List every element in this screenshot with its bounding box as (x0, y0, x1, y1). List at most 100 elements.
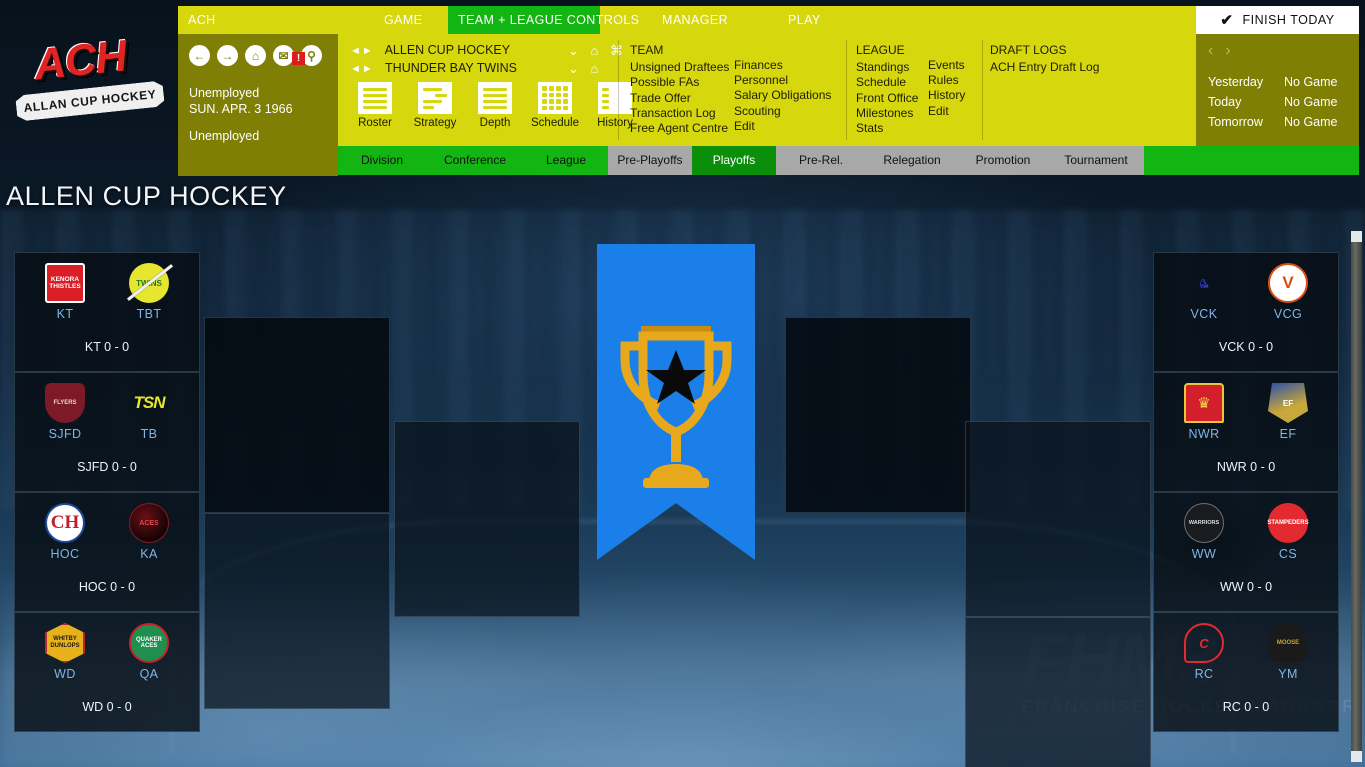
series-away-team[interactable]: STAMPEDERS CS (1250, 503, 1326, 561)
status-role: Unemployed (189, 129, 260, 143)
team-tools-icons[interactable]: ⌄ ⌂ (568, 61, 602, 77)
team-abbr: NWR (1188, 427, 1220, 441)
menu-item-transaction-log[interactable]: Transaction Log (630, 106, 734, 121)
context-row-league[interactable]: ◄► ALLEN CUP HOCKEY ⌄ ⌂ ⌘ (350, 43, 623, 58)
menu-item-free-agent-centre[interactable]: Free Agent Centre (630, 121, 734, 136)
scroll-down-button[interactable] (1351, 751, 1362, 762)
scrollbar-thumb[interactable] (1351, 242, 1362, 751)
prev-next-arrows-icon[interactable]: ◄► (350, 63, 374, 75)
ach-logo-text: ACH (31, 31, 129, 90)
quick-action-strategy[interactable]: Strategy (410, 82, 460, 129)
home-icon[interactable]: ⌂ (245, 45, 266, 66)
bracket-round2-slot[interactable] (204, 317, 390, 513)
menu-item-game[interactable]: GAME (374, 6, 432, 34)
main-menu-bar: ACH GAME TEAM + LEAGUE CONTROLS MANAGER … (178, 6, 1198, 34)
bracket-round3-slot[interactable] (394, 421, 580, 617)
divider (618, 40, 619, 140)
series-card[interactable]: WARRIORS WW STAMPEDERS CS WW 0 - 0 (1153, 492, 1339, 612)
series-home-team[interactable]: WARRIORS WW (1166, 503, 1242, 561)
menu-item-stats[interactable]: Stats (856, 121, 928, 136)
team-abbr: VCG (1273, 307, 1303, 321)
nav-icon-row: ← → ⌂ ✉ ⚲ ! (178, 34, 338, 66)
menu-item-league-history[interactable]: History (928, 88, 990, 103)
team-abbr: WW (1191, 547, 1217, 561)
game-pager[interactable]: ‹› (1208, 42, 1243, 60)
series-home-team[interactable]: C RC (1166, 623, 1242, 681)
menu-item-manager[interactable]: MANAGER (652, 6, 738, 34)
menu-item-salary-obligations[interactable]: Salary Obligations (734, 88, 854, 103)
series-away-team[interactable]: TSN TB (111, 383, 187, 441)
series-card[interactable]: WHITBY DUNLOPS WD QUAKER ACES QA WD 0 - … (14, 612, 200, 732)
series-card[interactable]: CH HOC ACES KA HOC 0 - 0 (14, 492, 200, 612)
menu-item-personnel[interactable]: Personnel (734, 73, 854, 88)
quick-action-depth[interactable]: Depth (470, 82, 520, 129)
series-home-team[interactable]: ♛ NWR (1166, 383, 1242, 441)
team-crest-rc: C (1184, 623, 1224, 663)
tab-tournament[interactable]: Tournament (1048, 146, 1144, 175)
series-score: RC 0 - 0 (1222, 700, 1270, 714)
tab-division[interactable]: Division (338, 146, 426, 175)
bracket-round3-slot[interactable] (785, 317, 971, 513)
menu-item-league-edit[interactable]: Edit (928, 104, 990, 119)
team-abbr: HOC (50, 547, 80, 561)
team-crest-hoc: CH (45, 503, 85, 543)
menu-item-possible-fas[interactable]: Possible FAs (630, 75, 734, 90)
bracket-round2-slot[interactable] (204, 513, 390, 709)
next-day-icon[interactable]: › (1225, 42, 1242, 59)
series-card[interactable]: FLYERS SJFD TSN TB SJFD 0 - 0 (14, 372, 200, 492)
series-card[interactable]: ⛸ VCK V VCG VCK 0 - 0 (1153, 252, 1339, 372)
series-away-team[interactable]: V VCG (1250, 263, 1326, 321)
tab-playoffs[interactable]: Playoffs (692, 146, 776, 175)
alert-badge[interactable]: ! (292, 52, 305, 65)
context-row-team[interactable]: ◄► THUNDER BAY TWINS ⌄ ⌂ (350, 61, 598, 76)
menu-item-trade-offer[interactable]: Trade Offer (630, 91, 734, 106)
series-away-team[interactable]: EF EF (1250, 383, 1326, 441)
menu-item-play[interactable]: PLAY (778, 6, 831, 34)
series-home-team[interactable]: CH HOC (27, 503, 103, 561)
series-away-team[interactable]: ACES KA (111, 503, 187, 561)
prev-next-arrows-icon[interactable]: ◄► (350, 45, 374, 57)
menu-item-league-schedule[interactable]: Schedule (856, 75, 928, 90)
series-card[interactable]: C RC MOOSE YM RC 0 - 0 (1153, 612, 1339, 732)
series-home-team[interactable]: KENORA THISTLES KT (27, 263, 103, 321)
menu-item-team-league-controls[interactable]: TEAM + LEAGUE CONTROLS (448, 6, 639, 34)
back-icon[interactable]: ← (189, 45, 210, 66)
tab-promotion[interactable]: Promotion (958, 146, 1048, 175)
bracket-round2-slot[interactable] (965, 617, 1151, 767)
bracket-round2-slot[interactable] (965, 421, 1151, 617)
tab-relegation[interactable]: Relegation (866, 146, 958, 175)
mail-icon[interactable]: ✉ (273, 45, 294, 66)
series-away-team[interactable]: MOOSE YM (1250, 623, 1326, 681)
tab-pre-rel[interactable]: Pre-Rel. (776, 146, 866, 175)
menu-item-front-office[interactable]: Front Office (856, 91, 928, 106)
menu-item-finances[interactable]: Finances (734, 58, 854, 73)
menu-item-milestones[interactable]: Milestones (856, 106, 928, 121)
series-card[interactable]: KENORA THISTLES KT TWINS TBT KT 0 - 0 (14, 252, 200, 372)
scroll-up-button[interactable] (1351, 231, 1362, 242)
series-away-team[interactable]: TWINS TBT (111, 263, 187, 321)
menu-item-events[interactable]: Events (928, 58, 990, 73)
finish-today-button[interactable]: ✔ FINISH TODAY (1196, 6, 1359, 34)
series-score: HOC 0 - 0 (78, 580, 136, 594)
menu-item-team-edit[interactable]: Edit (734, 119, 854, 134)
tab-pre-playoffs[interactable]: Pre-Playoffs (608, 146, 692, 175)
prev-day-icon[interactable]: ‹ (1208, 42, 1225, 59)
tab-conference[interactable]: Conference (426, 146, 524, 175)
menu-item-rules[interactable]: Rules (928, 73, 990, 88)
series-home-team[interactable]: FLYERS SJFD (27, 383, 103, 441)
series-away-team[interactable]: QUAKER ACES QA (111, 623, 187, 681)
menu-item-unsigned-draftees[interactable]: Unsigned Draftees (630, 60, 734, 75)
quick-action-schedule[interactable]: Schedule (530, 82, 580, 129)
tab-league[interactable]: League (524, 146, 608, 175)
forward-icon[interactable]: → (217, 45, 238, 66)
menu-item-scouting[interactable]: Scouting (734, 104, 854, 119)
menu-item-standings[interactable]: Standings (856, 60, 928, 75)
quick-action-roster[interactable]: Roster (350, 82, 400, 129)
game-row-label: Yesterday (1208, 75, 1264, 89)
series-card[interactable]: ♛ NWR EF EF NWR 0 - 0 (1153, 372, 1339, 492)
series-home-team[interactable]: WHITBY DUNLOPS WD (27, 623, 103, 681)
team-abbr: WD (54, 667, 76, 681)
menu-item-ach-entry-draft-log[interactable]: ACH Entry Draft Log (990, 60, 1170, 75)
series-home-team[interactable]: ⛸ VCK (1166, 263, 1242, 322)
vertical-scrollbar[interactable] (1351, 231, 1362, 762)
